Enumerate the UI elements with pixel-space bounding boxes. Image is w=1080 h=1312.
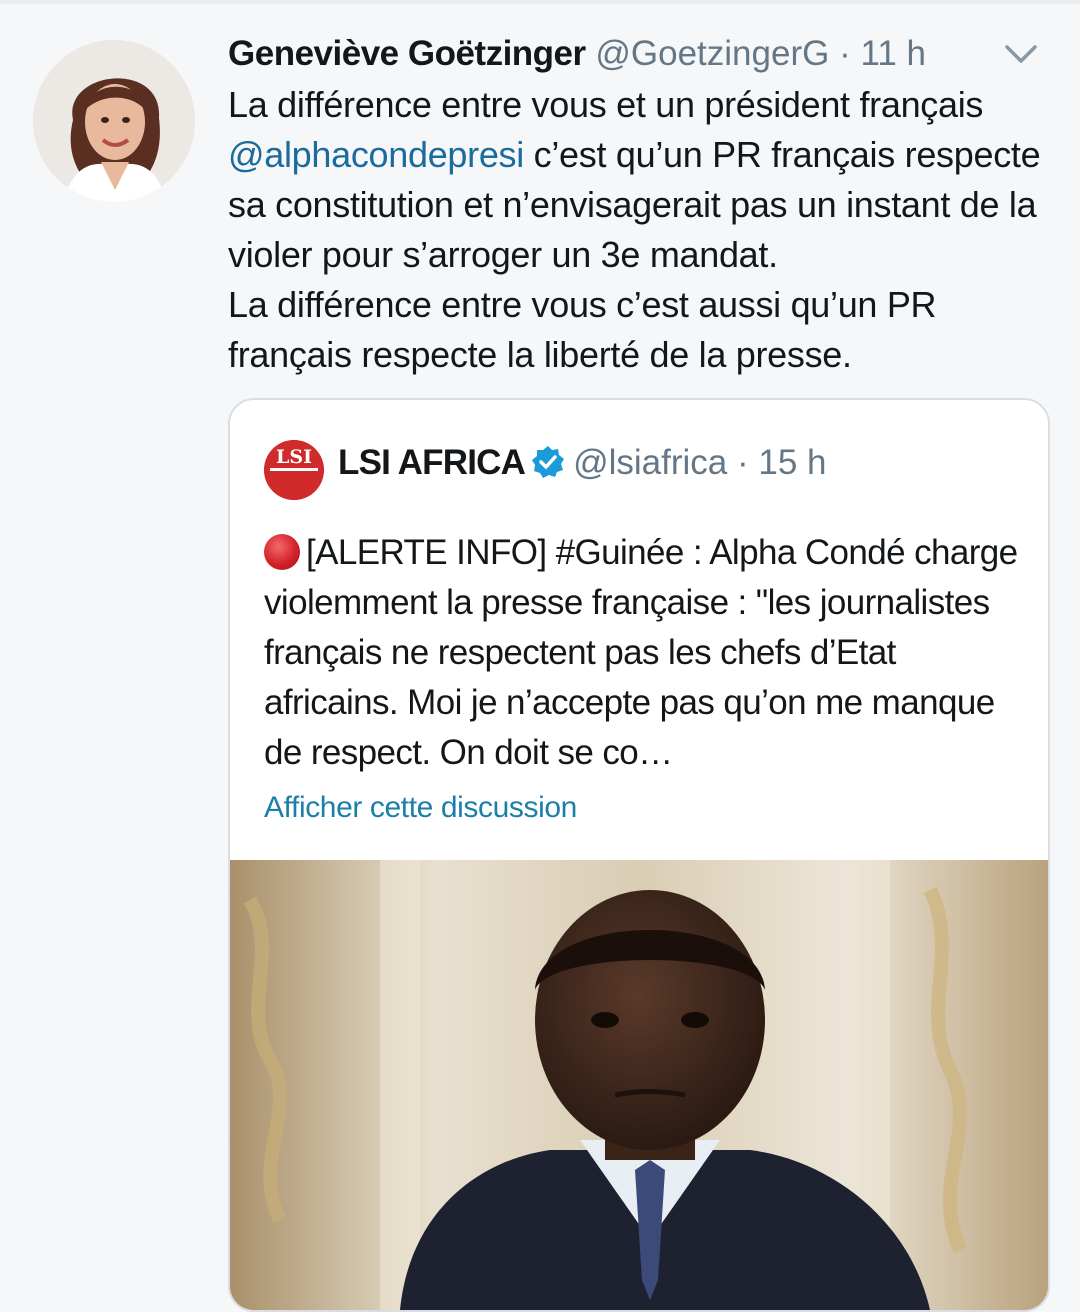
tweet[interactable]: Geneviève Goëtzinger @GoetzingerG · 11 h… bbox=[0, 0, 1080, 1312]
portrait-photo-icon bbox=[230, 860, 1048, 1310]
quoted-author-logo[interactable]: LSI bbox=[264, 440, 324, 500]
tweet-text-rest2: La différence entre vous c’est aussi qu’… bbox=[228, 284, 937, 375]
quoted-author-handle[interactable]: @lsiafrica bbox=[573, 443, 727, 482]
author-handle[interactable]: @GoetzingerG bbox=[595, 34, 829, 73]
mention-link[interactable]: @alphacondepresi bbox=[228, 134, 524, 175]
quoted-text: [ALERTE INFO] #Guinée : Alpha Condé char… bbox=[264, 528, 1024, 778]
tweet-text: La différence entre vous et un président… bbox=[228, 80, 1058, 380]
separator-dot: · bbox=[839, 34, 851, 73]
author-name[interactable]: Geneviève Goëtzinger bbox=[228, 34, 586, 73]
quoted-separator-dot: · bbox=[737, 443, 749, 482]
tweet-text-line1: La différence entre vous et un président… bbox=[228, 84, 984, 125]
show-thread-link[interactable]: Afficher cette discussion bbox=[264, 786, 577, 830]
quoted-text-body: [ALERTE INFO] #Guinée : Alpha Condé char… bbox=[264, 533, 1018, 772]
chevron-down-icon[interactable] bbox=[1003, 42, 1039, 66]
tweet-header: Geneviève Goëtzinger @GoetzingerG · 11 h bbox=[228, 30, 1058, 78]
quoted-author-name[interactable]: LSI AFRICA bbox=[338, 443, 526, 482]
profile-photo-icon bbox=[33, 40, 195, 202]
red-circle-icon bbox=[264, 534, 300, 570]
tweet-time[interactable]: 11 h bbox=[860, 34, 926, 73]
quoted-photo[interactable] bbox=[230, 860, 1048, 1310]
logo-text: LSI bbox=[276, 446, 312, 468]
author-avatar[interactable] bbox=[33, 40, 195, 202]
verified-badge-icon bbox=[531, 443, 565, 478]
tweet-text-after-mention: c’est qu’un PR français bbox=[523, 134, 896, 175]
quoted-tweet-card[interactable]: LSI LSI AFRICA @lsiafrica · 15 h [ALERTE … bbox=[228, 398, 1050, 1312]
quoted-time[interactable]: 15 h bbox=[758, 443, 826, 482]
quoted-header: LSI AFRICA @lsiafrica · 15 h bbox=[338, 438, 1028, 488]
